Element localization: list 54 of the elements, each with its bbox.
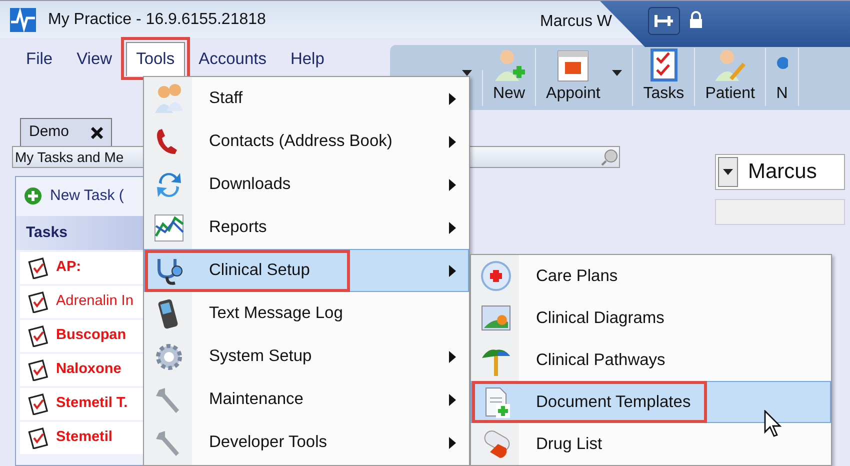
checklist-icon	[650, 48, 678, 82]
menu-item[interactable]: Document Templates	[471, 381, 831, 423]
mouse-cursor-icon	[764, 410, 782, 438]
menu-item[interactable]: Clinical Diagrams	[471, 297, 831, 339]
menu-item[interactable]: Contacts (Address Book)	[144, 120, 469, 163]
clipboard-icon	[28, 256, 48, 278]
people-icon	[153, 82, 185, 114]
menu-bar-item[interactable]: Tools	[126, 42, 185, 76]
input-field[interactable]	[715, 199, 845, 225]
document-tab[interactable]: Demo	[20, 118, 112, 146]
menu-item[interactable]: Care Plans	[471, 255, 831, 297]
clipboard-icon	[28, 392, 48, 414]
add-icon	[24, 187, 42, 206]
task-label: AP:	[56, 258, 81, 277]
person-add-icon	[493, 48, 525, 82]
calendar-icon	[556, 48, 590, 82]
menu-bar-item[interactable]: Help	[280, 42, 334, 77]
task-label: Stemetil T.	[56, 394, 128, 413]
menu-bar-item[interactable]: File	[16, 42, 63, 77]
task-label: Adrenalin In	[56, 292, 134, 311]
clipboard-icon	[28, 324, 48, 346]
toolbar-button[interactable]: Tasks	[633, 48, 696, 106]
user-name: Marcus W	[540, 12, 612, 32]
shape-icon	[776, 56, 788, 70]
toolbar-button[interactable]: N	[766, 48, 799, 106]
window-title: My Practice - 16.9.6155.21818	[48, 10, 266, 30]
lock-icon	[688, 11, 704, 29]
clipboard-icon	[28, 290, 48, 312]
task-label: Stemetil	[56, 428, 112, 447]
pin-button[interactable]	[648, 7, 680, 35]
toolbar-button[interactable]: Patient	[695, 48, 766, 106]
pulse-logo-icon	[10, 8, 36, 32]
patient-selector[interactable]: Marcus	[715, 154, 845, 190]
toolbar-button[interactable]: New	[483, 48, 536, 106]
menu-item[interactable]: Clinical Pathways	[471, 339, 831, 381]
menu-bar-item[interactable]: Accounts	[188, 42, 276, 77]
toolbar-button[interactable]: Appoint	[536, 48, 634, 106]
menu-item[interactable]: Clinical Setup	[144, 249, 469, 292]
clipboard-icon	[28, 358, 48, 380]
chart-icon	[153, 212, 185, 244]
close-icon	[91, 126, 103, 138]
panel-title: My Tasks and Me	[15, 148, 124, 167]
menu-item[interactable]: Staff	[144, 77, 469, 120]
task-label: Naloxone	[56, 360, 122, 379]
menu-bar-item[interactable]: View	[66, 42, 122, 77]
pin-icon	[654, 14, 674, 28]
clipboard-icon	[28, 426, 48, 448]
menu-item[interactable]: Drug List	[471, 423, 831, 465]
medical-cross-icon	[480, 260, 512, 292]
person-edit-icon	[713, 48, 748, 82]
menu-item[interactable]: Downloads	[144, 163, 469, 206]
task-label: Buscopan	[56, 326, 126, 345]
dropdown-caret-icon	[723, 169, 733, 175]
new-task-link[interactable]: New Task (	[50, 185, 124, 208]
